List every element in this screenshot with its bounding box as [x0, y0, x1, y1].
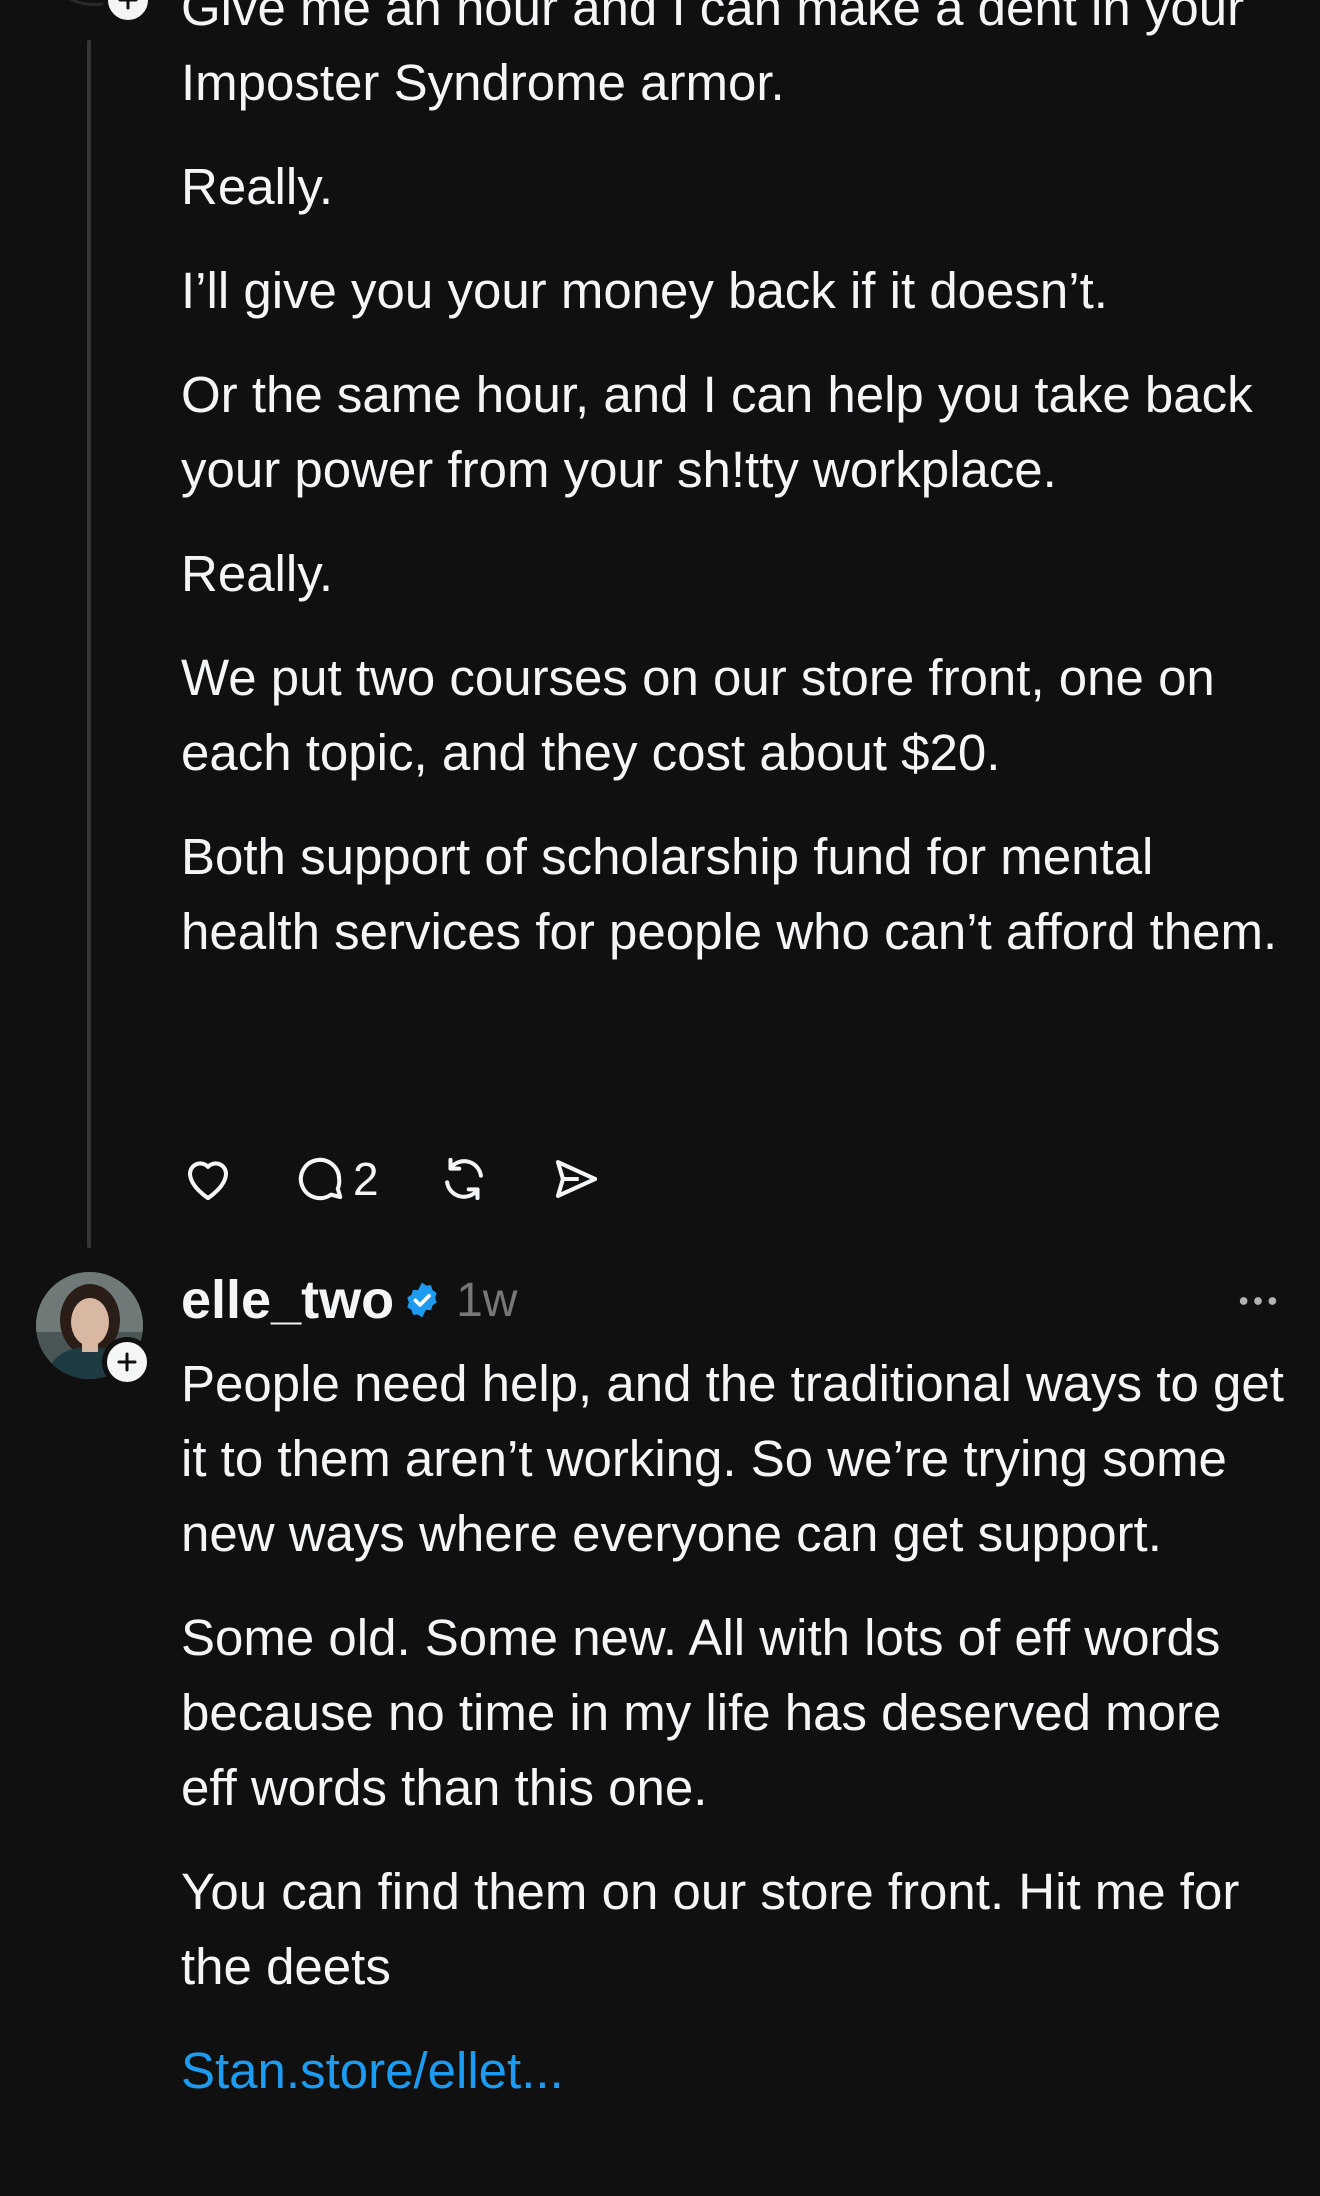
post-actions: 2: [181, 1148, 661, 1210]
post-paragraph: Both support of scholarship fund for men…: [181, 828, 1278, 960]
post-paragraph: Give me an hour and I can make a dent in…: [181, 0, 1245, 111]
post-header: elle_two 1w: [181, 1262, 1281, 1338]
send-icon: [555, 1160, 597, 1198]
post-paragraph: Really.: [181, 158, 334, 215]
repost-icon: [444, 1157, 483, 1201]
verified-badge-icon: [407, 1282, 437, 1318]
post-paragraph: We put two courses on our store front, o…: [181, 649, 1215, 781]
post-paragraph: Some old. Some new. All with lots of eff…: [181, 1609, 1222, 1816]
post-paragraph: I’ll give you your money back if it does…: [181, 262, 1108, 319]
reply-button[interactable]: 2: [293, 1152, 379, 1206]
thread-line: [87, 40, 91, 1248]
post-text: Give me an hour and I can make a dent in…: [181, 0, 1291, 998]
heart-icon: [187, 1161, 229, 1201]
more-options-icon[interactable]: [1235, 1278, 1281, 1324]
username[interactable]: elle_two: [181, 1269, 394, 1331]
post-text: People need help, and the traditional wa…: [181, 1346, 1291, 2108]
repost-button[interactable]: [437, 1152, 491, 1206]
follow-plus-icon[interactable]: [102, 1337, 152, 1387]
store-link[interactable]: Stan.store/ellet...: [181, 2033, 1291, 2108]
post-paragraph: Or the same hour, and I can help you tak…: [181, 366, 1253, 498]
follow-plus-icon[interactable]: [103, 0, 153, 25]
post-paragraph: Really.: [181, 545, 334, 602]
reply-count: 2: [353, 1153, 379, 1205]
share-button[interactable]: [549, 1152, 603, 1206]
comment-icon: [298, 1157, 343, 1201]
post-time: 1w: [456, 1273, 518, 1327]
post-paragraph: You can find them on our store front. Hi…: [181, 1863, 1240, 1995]
like-button[interactable]: [181, 1152, 235, 1206]
post-paragraph: People need help, and the traditional wa…: [181, 1355, 1284, 1562]
